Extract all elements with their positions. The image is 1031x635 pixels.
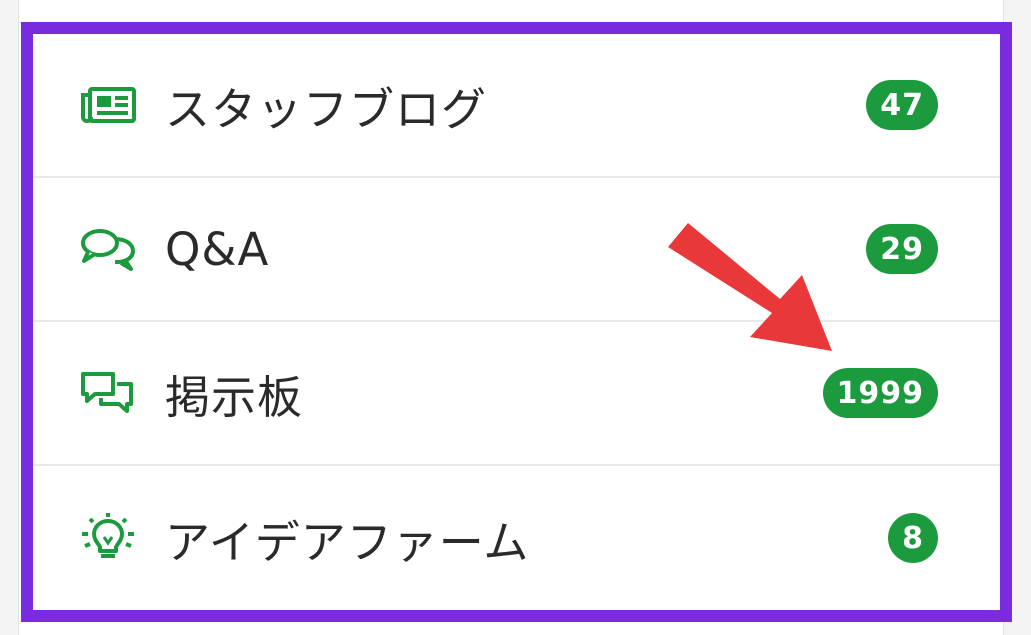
chat-bubbles-icon [79,226,137,272]
category-list: スタッフブログ 47 Q&A 29 掲示板 1999 アイデアファーム 8 [33,34,1000,610]
count-badge: 29 [866,224,938,274]
list-item-qa[interactable]: Q&A 29 [33,178,1000,322]
newspaper-icon [79,82,137,128]
list-item-message-board[interactable]: 掲示板 1999 [33,322,1000,466]
list-item-label: Q&A [165,222,270,276]
count-badge: 8 [888,513,938,563]
list-item-label: アイデアファーム [165,515,530,569]
count-badge: 47 [866,80,938,130]
lightbulb-icon [79,513,137,561]
list-item-idea-farm[interactable]: アイデアファーム 8 [33,466,1000,610]
list-item-staff-blog[interactable]: スタッフブログ 47 [33,34,1000,178]
page: スタッフブログ 47 Q&A 29 掲示板 1999 アイデアファーム 8 [0,0,1031,635]
list-item-label: 掲示板 [165,370,304,424]
count-badge: 1999 [822,368,938,418]
message-board-icon [79,370,137,416]
list-item-label: スタッフブログ [165,82,488,136]
